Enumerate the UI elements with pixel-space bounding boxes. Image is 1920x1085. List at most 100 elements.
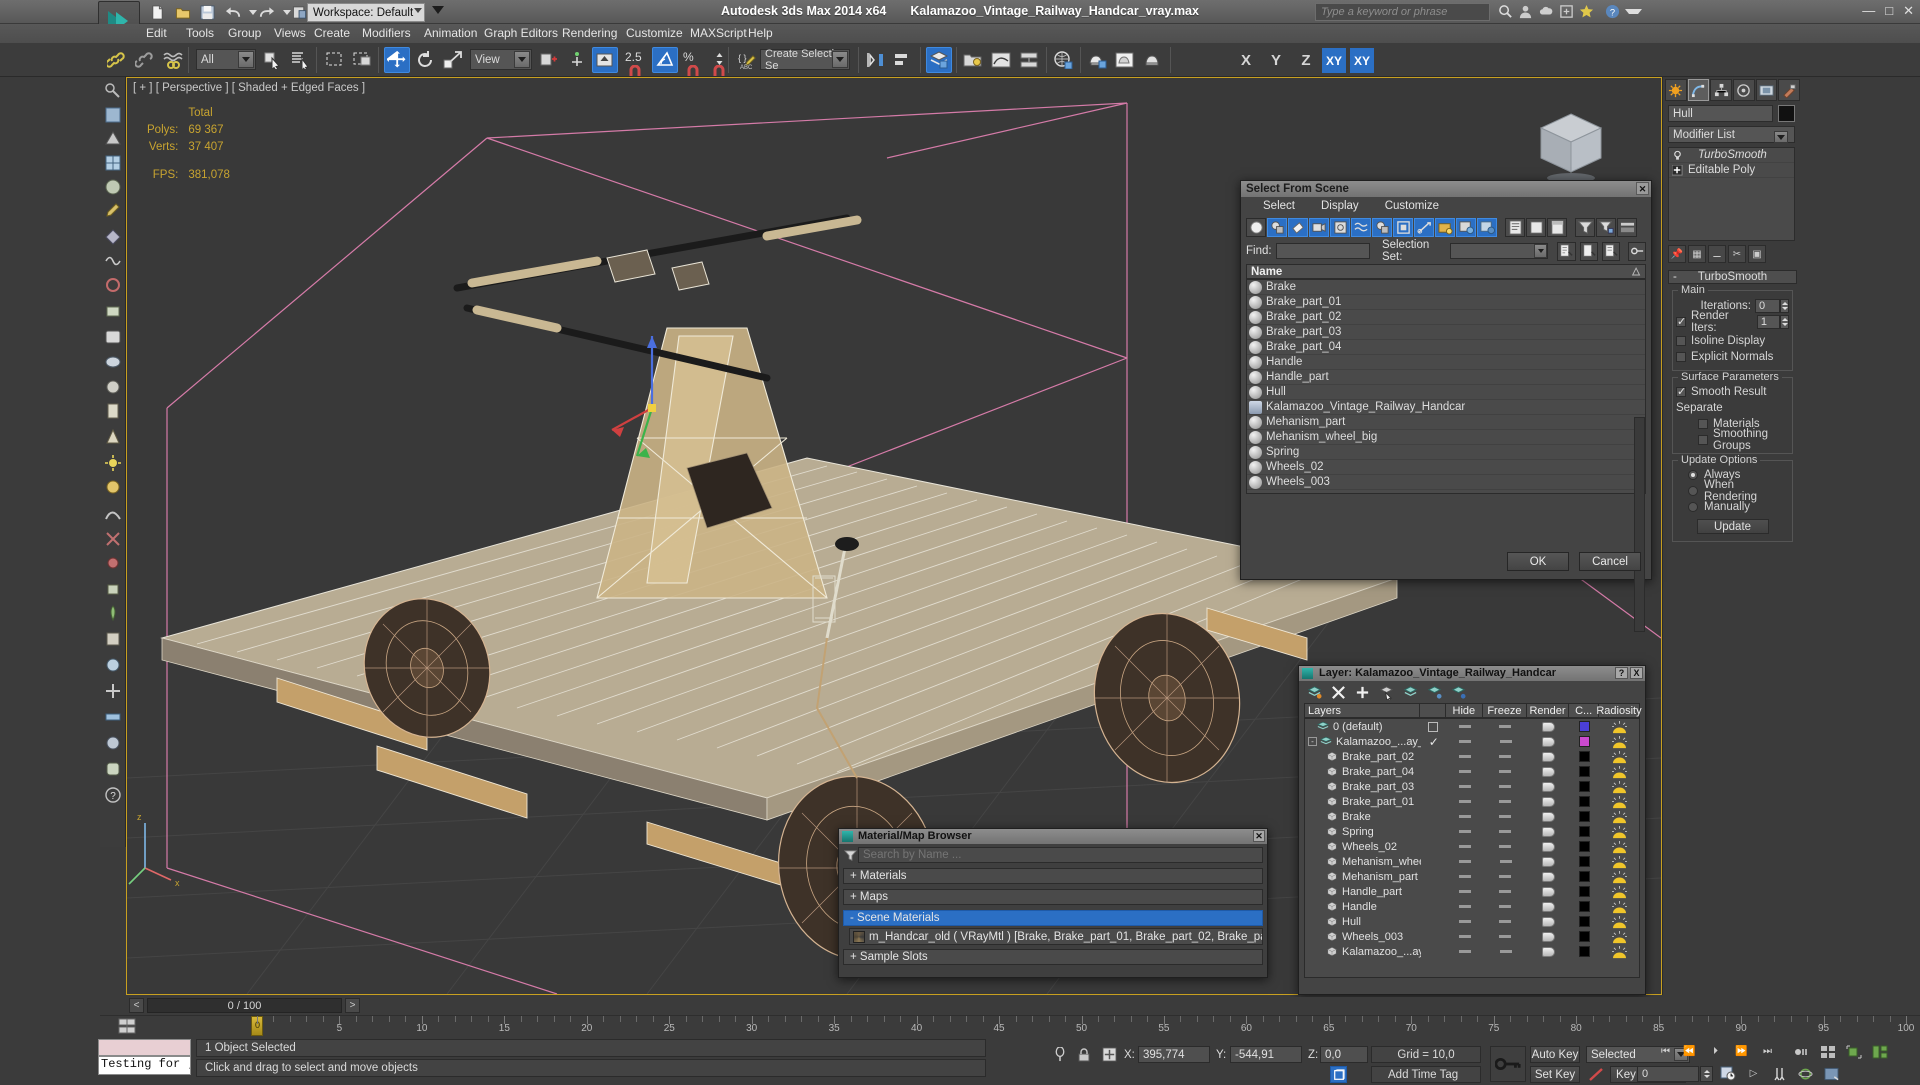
exchange-icon[interactable]: [1559, 4, 1576, 21]
modifier-stack[interactable]: TurboSmooth Editable Poly: [1668, 147, 1795, 241]
search-icon[interactable]: [1498, 4, 1515, 21]
smooth-result-checkbox[interactable]: [1676, 385, 1686, 398]
restrict-to-xy-plane-button[interactable]: XY: [1322, 48, 1346, 73]
freeze-cell[interactable]: [1483, 749, 1527, 764]
freeze-cell[interactable]: [1484, 734, 1527, 749]
configure-sets-icon[interactable]: ▣: [1748, 245, 1766, 263]
radiosity-cell[interactable]: [1599, 824, 1639, 839]
layer-color-swatch[interactable]: [1579, 811, 1591, 822]
tool-icon-19[interactable]: [101, 551, 125, 575]
color-cell[interactable]: [1570, 869, 1600, 884]
search-input[interactable]: [858, 847, 1263, 863]
render-production-icon[interactable]: [1140, 47, 1166, 73]
radiosity-cell[interactable]: [1599, 884, 1639, 899]
freeze-cell[interactable]: [1483, 884, 1527, 899]
radiosity-cell[interactable]: [1599, 839, 1639, 854]
hide-cell[interactable]: [1446, 884, 1484, 899]
render-cell[interactable]: [1527, 914, 1570, 929]
pin-stack-status-icon[interactable]: [1052, 1046, 1068, 1063]
next-frame-icon[interactable]: ⏩: [1732, 1043, 1751, 1060]
display-containers-icon[interactable]: [1435, 218, 1455, 237]
freeze-cell[interactable]: [1484, 854, 1527, 869]
use-selection-center-icon[interactable]: [564, 47, 590, 73]
radiosity-cell[interactable]: [1600, 944, 1639, 959]
set-current-layer-icon[interactable]: [1451, 685, 1466, 700]
layer-table-row[interactable]: - Kalamazoo_...ay_H ✓: [1305, 734, 1639, 749]
layer-color-swatch[interactable]: [1579, 781, 1591, 792]
layer-color-swatch[interactable]: [1579, 931, 1591, 942]
color-cell[interactable]: [1570, 884, 1600, 899]
tool-icon-11[interactable]: [101, 325, 125, 349]
tool-icon-16[interactable]: [101, 475, 125, 499]
hide-cell[interactable]: [1446, 794, 1484, 809]
color-cell[interactable]: [1570, 749, 1600, 764]
filter-funnel-icon[interactable]: [1575, 218, 1595, 237]
restrict-to-x-button[interactable]: X: [1234, 48, 1258, 73]
chevron-down-icon[interactable]: [832, 51, 848, 68]
scene-list-row[interactable]: Handle_part: [1247, 370, 1645, 385]
display-helpers-icon[interactable]: [1330, 218, 1350, 237]
hierarchy-view-icon[interactable]: [1547, 218, 1567, 237]
object-color-swatch[interactable]: [1778, 105, 1795, 122]
render-cell[interactable]: [1528, 734, 1570, 749]
scene-list-row[interactable]: Brake: [1247, 280, 1645, 295]
menu-rendering[interactable]: Rendering: [556, 26, 623, 40]
column-layers[interactable]: Layers: [1305, 704, 1420, 717]
help-dropdown-icon[interactable]: [1625, 4, 1642, 21]
update-when-rendering-radio[interactable]: [1688, 486, 1698, 496]
radiosity-cell[interactable]: [1599, 779, 1639, 794]
layer-table-row[interactable]: Brake_part_04: [1305, 764, 1639, 779]
hide-cell[interactable]: [1446, 839, 1484, 854]
key-mode-icon[interactable]: [1818, 1043, 1837, 1060]
freeze-cell[interactable]: [1483, 809, 1527, 824]
radiosity-cell[interactable]: [1599, 899, 1639, 914]
render-cell[interactable]: [1527, 929, 1570, 944]
lock-selection-icon[interactable]: [1076, 1046, 1092, 1063]
render-setup-icon[interactable]: [1084, 47, 1110, 73]
tool-icon-2[interactable]: [101, 103, 125, 127]
freeze-cell[interactable]: [1483, 764, 1527, 779]
hide-cell[interactable]: [1446, 779, 1484, 794]
layer-color-swatch[interactable]: [1579, 886, 1591, 897]
freeze-cell[interactable]: [1483, 899, 1527, 914]
menu-create[interactable]: Create: [308, 26, 356, 40]
radiosity-cell[interactable]: [1599, 764, 1639, 779]
freeze-cell[interactable]: [1483, 719, 1527, 734]
menu-edit[interactable]: Edit: [140, 26, 173, 40]
layer-color-swatch[interactable]: [1579, 721, 1591, 732]
x-coordinate-field[interactable]: 395,774: [1138, 1046, 1210, 1063]
color-cell[interactable]: [1570, 839, 1600, 854]
hide-cell[interactable]: [1447, 854, 1484, 869]
display-bones-icon[interactable]: [1414, 218, 1434, 237]
material-editor-icon[interactable]: [1050, 47, 1076, 73]
schematic-view-icon[interactable]: [1016, 47, 1042, 73]
menu-views[interactable]: Views: [268, 26, 312, 40]
tool-icon-25[interactable]: [101, 705, 125, 729]
hide-cell[interactable]: [1447, 944, 1484, 959]
freeze-cell[interactable]: [1483, 779, 1527, 794]
freeze-cell[interactable]: [1483, 839, 1527, 854]
current-layer-cell[interactable]: ✓: [1421, 734, 1447, 749]
tab-display[interactable]: [1755, 79, 1778, 101]
current-layer-cell[interactable]: [1420, 809, 1446, 824]
maxscript-mini-listener[interactable]: Testing for ;: [98, 1039, 191, 1077]
render-cell[interactable]: [1528, 854, 1570, 869]
render-cell[interactable]: [1527, 719, 1570, 734]
tool-icon-14[interactable]: [101, 399, 125, 423]
make-unique-icon[interactable]: ⚊: [1708, 245, 1726, 263]
radiosity-cell[interactable]: [1599, 794, 1639, 809]
layer-color-swatch[interactable]: [1579, 901, 1591, 912]
select-and-rotate-icon[interactable]: [412, 47, 438, 73]
set-key-button[interactable]: Set Key: [1530, 1066, 1580, 1083]
scene-list-row[interactable]: Hull: [1247, 385, 1645, 400]
zoom-extents-icon[interactable]: [1844, 1043, 1863, 1060]
layer-name-cell[interactable]: Kalamazoo_...ay: [1305, 944, 1421, 959]
hide-cell[interactable]: [1446, 809, 1484, 824]
iterations-spinner[interactable]: [1780, 299, 1789, 313]
funnel-icon[interactable]: [843, 849, 858, 862]
tool-icon-17[interactable]: [101, 501, 125, 525]
layer-color-swatch[interactable]: [1579, 946, 1591, 957]
layer-color-swatch[interactable]: [1579, 841, 1591, 852]
current-layer-cell[interactable]: [1420, 749, 1446, 764]
menu-customize[interactable]: Customize: [620, 26, 689, 40]
